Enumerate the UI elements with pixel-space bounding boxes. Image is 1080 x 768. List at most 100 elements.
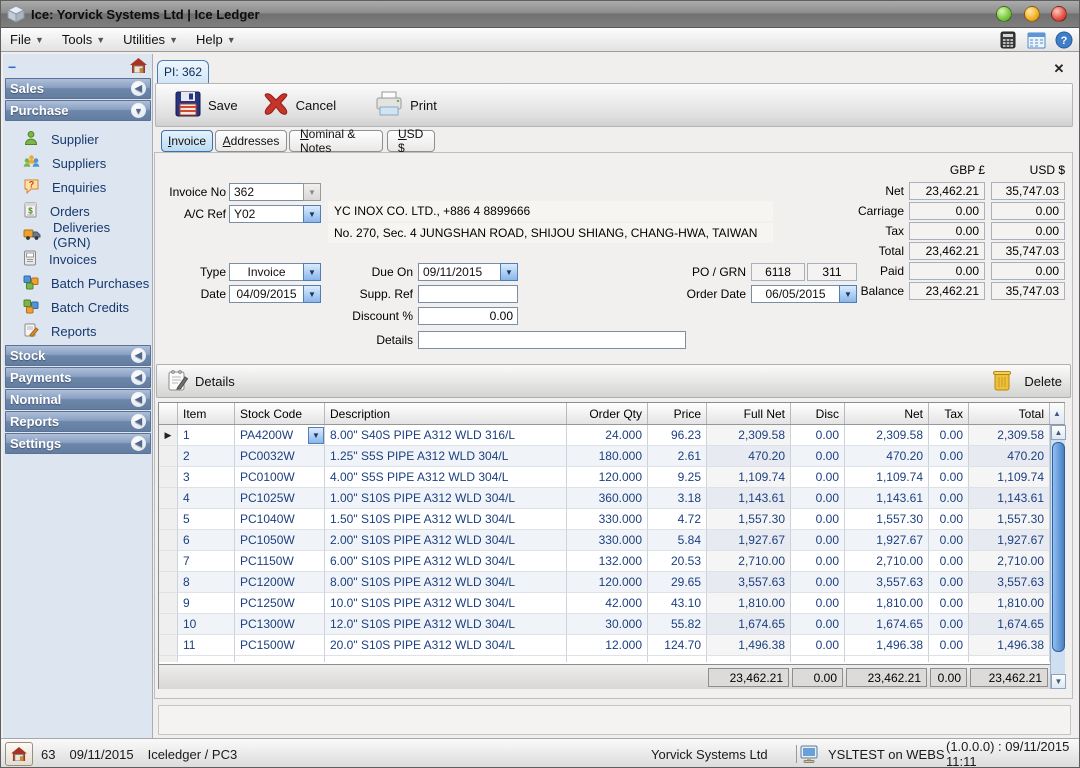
cell[interactable]: 9.25 xyxy=(648,467,707,488)
sidebar-section-reports[interactable]: Reports ◀ xyxy=(5,411,151,432)
sidebar-item-enquiries[interactable]: ? Enquiries xyxy=(5,175,151,199)
cell[interactable]: 0.00 xyxy=(929,635,969,656)
cell[interactable]: 1,143.61 xyxy=(707,488,791,509)
cell[interactable]: PC1150W xyxy=(235,551,325,572)
cell[interactable]: 42.000 xyxy=(567,593,648,614)
grid-header-total[interactable]: Total xyxy=(969,403,1050,424)
cell[interactable]: 330.000 xyxy=(567,509,648,530)
cell[interactable]: 1,557.30 xyxy=(845,509,929,530)
sidebar-item-batch-purchases[interactable]: Batch Purchases xyxy=(5,271,151,295)
cell[interactable]: 1,109.74 xyxy=(969,467,1050,488)
cell[interactable]: 2,710.00 xyxy=(969,551,1050,572)
cell[interactable]: 0.00 xyxy=(929,509,969,530)
cell[interactable]: 180.000 xyxy=(567,446,648,467)
cell[interactable]: 3,557.63 xyxy=(845,572,929,593)
sidebar-item-supplier[interactable]: Supplier xyxy=(5,127,151,151)
scroll-up-icon[interactable]: ▲ xyxy=(1051,425,1066,440)
cell[interactable]: 0.00 xyxy=(791,614,845,635)
cell[interactable]: 0.00 xyxy=(929,551,969,572)
cell[interactable]: 6.00" S10S PIPE A312 WLD 304/L xyxy=(325,551,567,572)
grid-header-order-qty[interactable]: Order Qty xyxy=(567,403,648,424)
ac-ref-combo[interactable]: Y02 ▼ xyxy=(229,205,321,223)
cell[interactable]: 330.000 xyxy=(567,530,648,551)
home-icon[interactable] xyxy=(130,58,147,76)
cancel-button[interactable]: Cancel xyxy=(254,87,344,124)
save-button[interactable]: Save xyxy=(166,86,246,125)
tab-invoice[interactable]: Invoice xyxy=(161,130,213,152)
cell[interactable]: 0.00 xyxy=(929,425,969,446)
cell[interactable]: PC0032W xyxy=(235,446,325,467)
cell[interactable]: 1.50" S10S PIPE A312 WLD 304/L xyxy=(325,509,567,530)
invoice-no-combo[interactable]: 362 ▼ xyxy=(229,183,321,201)
cell[interactable]: 2,710.00 xyxy=(707,551,791,572)
cell[interactable]: 360.000 xyxy=(567,488,648,509)
grid-header-item[interactable]: Item xyxy=(178,403,235,424)
cell[interactable]: 20.53 xyxy=(648,551,707,572)
tab-addresses[interactable]: Addresses xyxy=(215,130,287,152)
grid-header-disc[interactable]: Disc xyxy=(791,403,845,424)
cell[interactable]: 0.00 xyxy=(929,488,969,509)
cell[interactable]: 10 xyxy=(178,614,235,635)
table-row[interactable]: 5PC1040W1.50" S10S PIPE A312 WLD 304/L33… xyxy=(159,509,1050,530)
cell[interactable]: 12.0" S10S PIPE A312 WLD 304/L xyxy=(325,614,567,635)
table-row[interactable]: 4PC1025W1.00" S10S PIPE A312 WLD 304/L36… xyxy=(159,488,1050,509)
row-selector[interactable] xyxy=(159,572,178,593)
cell[interactable]: 2.00" S10S PIPE A312 WLD 304/L xyxy=(325,530,567,551)
close-icon[interactable]: ✕ xyxy=(1051,61,1067,77)
date-combo[interactable]: 04/09/2015 ▼ xyxy=(229,285,321,303)
row-selector[interactable] xyxy=(159,551,178,572)
cell[interactable]: PC1050W xyxy=(235,530,325,551)
row-selector[interactable] xyxy=(159,593,178,614)
sidebar-section-settings[interactable]: Settings ◀ xyxy=(5,433,151,454)
row-selector[interactable] xyxy=(159,509,178,530)
cell[interactable]: 2,309.58 xyxy=(845,425,929,446)
cell[interactable]: 470.20 xyxy=(707,446,791,467)
discount-field[interactable]: 0.00 xyxy=(418,307,518,325)
row-selector[interactable] xyxy=(159,467,178,488)
help-button[interactable]: ? xyxy=(1053,30,1075,50)
supp-ref-field[interactable] xyxy=(418,285,518,303)
cell[interactable]: 8 xyxy=(178,572,235,593)
cell[interactable]: 4.00" S5S PIPE A312 WLD 304/L xyxy=(325,467,567,488)
menu-file[interactable]: File▼ xyxy=(1,28,53,51)
cell[interactable]: 6 xyxy=(178,530,235,551)
cell[interactable]: PC0100W xyxy=(235,467,325,488)
cell[interactable]: 0.00 xyxy=(929,572,969,593)
cell[interactable]: 5 xyxy=(178,509,235,530)
cell[interactable]: 1,109.74 xyxy=(707,467,791,488)
table-row[interactable]: 11PC1500W20.0" S10S PIPE A312 WLD 304/L1… xyxy=(159,635,1050,656)
cell[interactable]: 24.000 xyxy=(567,425,648,446)
tab-usd[interactable]: USD $ xyxy=(387,130,435,152)
cell[interactable]: 1,496.38 xyxy=(707,635,791,656)
grid-header-net[interactable]: Net xyxy=(845,403,929,424)
cell[interactable]: 120.000 xyxy=(567,572,648,593)
cell[interactable]: 0.00 xyxy=(791,572,845,593)
sidebar-section-sales[interactable]: Sales ◀ xyxy=(5,78,151,99)
cell[interactable]: 2.61 xyxy=(648,446,707,467)
cell[interactable]: 1,496.38 xyxy=(969,635,1050,656)
tab-pi-362[interactable]: PI: 362 xyxy=(157,60,209,83)
grid-header-price[interactable]: Price xyxy=(648,403,707,424)
menu-tools[interactable]: Tools▼ xyxy=(53,28,114,51)
window-maximize-button[interactable] xyxy=(1024,6,1040,22)
cell[interactable]: 1,674.65 xyxy=(969,614,1050,635)
cell[interactable]: 0.00 xyxy=(791,635,845,656)
print-button[interactable]: Print xyxy=(366,87,445,124)
cell[interactable]: 0.00 xyxy=(791,593,845,614)
table-row[interactable]: 2PC0032W1.25" S5S PIPE A312 WLD 304/L180… xyxy=(159,446,1050,467)
table-row[interactable]: 7PC1150W6.00" S10S PIPE A312 WLD 304/L13… xyxy=(159,551,1050,572)
cell[interactable]: 1,674.65 xyxy=(707,614,791,635)
cell[interactable]: 10.0" S10S PIPE A312 WLD 304/L xyxy=(325,593,567,614)
cell[interactable]: 0.00 xyxy=(791,446,845,467)
cell[interactable]: 3.18 xyxy=(648,488,707,509)
cell[interactable]: 4 xyxy=(178,488,235,509)
cell[interactable]: 2,309.58 xyxy=(969,425,1050,446)
cell[interactable]: 1,143.61 xyxy=(845,488,929,509)
tab-nominal-notes[interactable]: Nominal & Notes xyxy=(289,130,383,152)
sidebar-item-reports[interactable]: Reports xyxy=(5,319,151,343)
grid-header-stock-code[interactable]: Stock Code xyxy=(235,403,325,424)
sidebar-item-suppliers[interactable]: Suppliers xyxy=(5,151,151,175)
cell[interactable]: 29.65 xyxy=(648,572,707,593)
due-on-combo[interactable]: 09/11/2015 ▼ xyxy=(418,263,518,281)
cell[interactable]: 0.00 xyxy=(791,488,845,509)
